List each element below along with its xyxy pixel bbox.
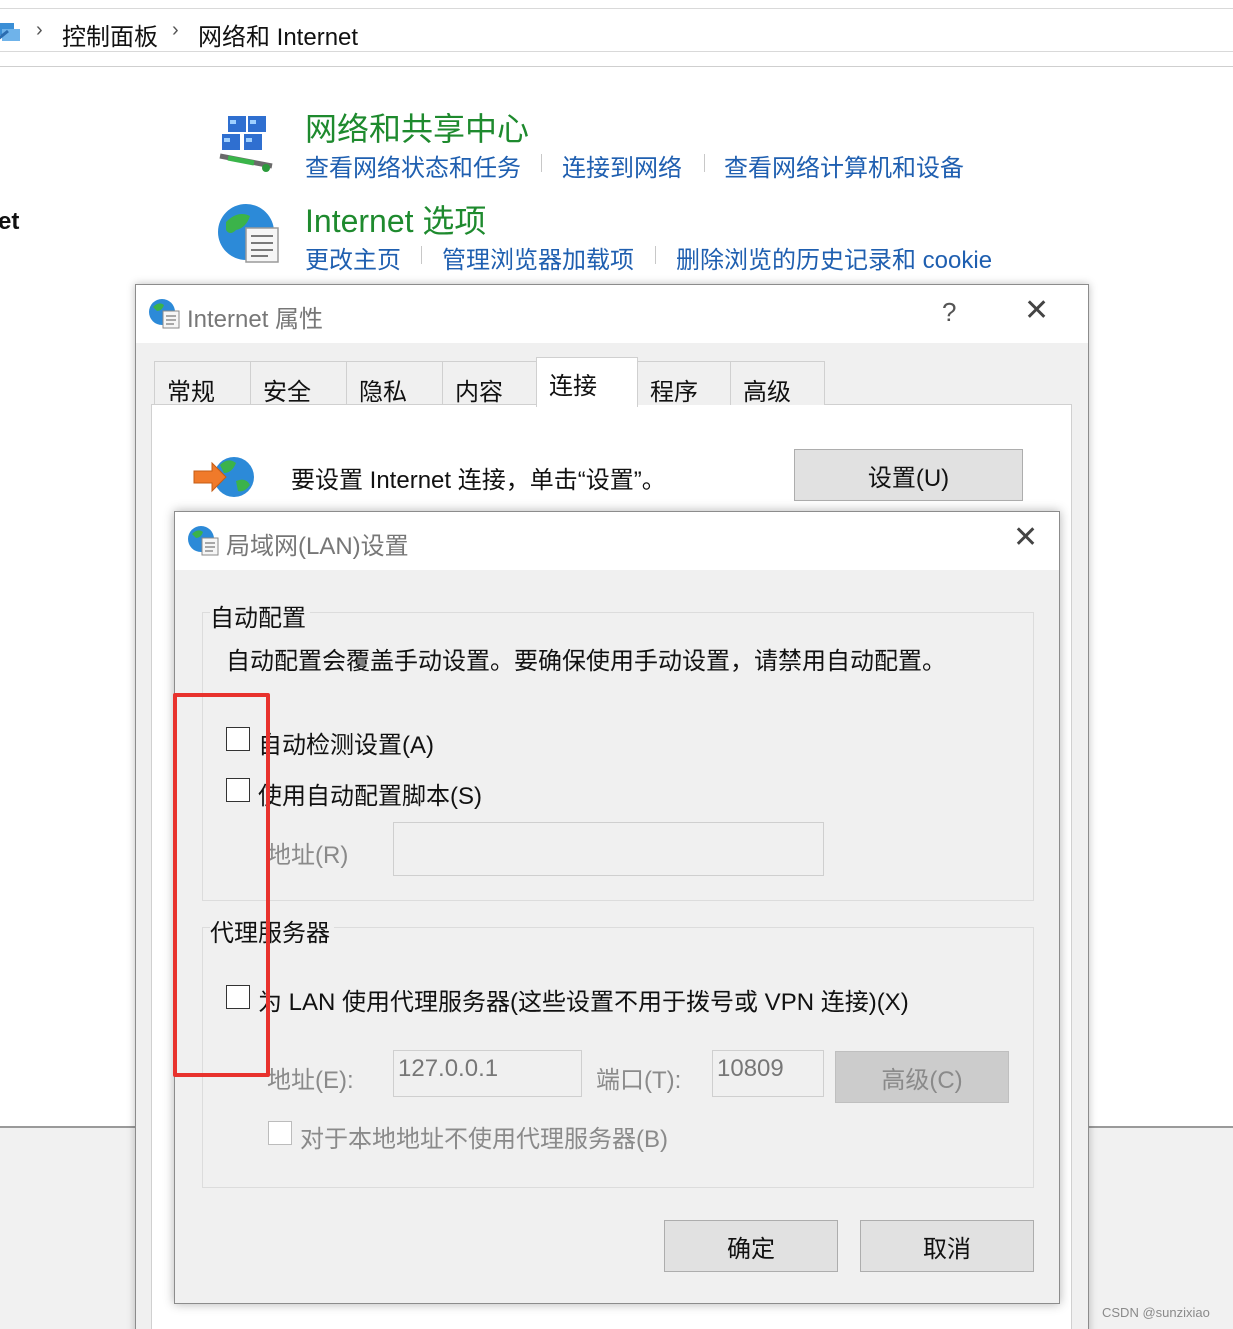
help-icon[interactable]: ?	[942, 297, 956, 328]
auto-config-group-label: 自动配置	[210, 598, 310, 633]
link-delete-history[interactable]: 删除浏览的历史记录和 cookie	[676, 240, 992, 275]
chevron-right-icon: ›	[36, 19, 43, 41]
link-view-network-status[interactable]: 查看网络状态和任务	[305, 148, 521, 183]
bypass-local-checkbox[interactable]	[268, 1121, 292, 1145]
divider	[541, 154, 542, 172]
tab-content[interactable]: 内容	[442, 361, 537, 406]
dialog-title: Internet 属性	[187, 306, 324, 333]
breadcrumb-item-control-panel[interactable]: 控制面板	[62, 17, 158, 52]
divider	[655, 246, 656, 264]
bypass-local-label[interactable]: 对于本地地址不使用代理服务器(B)	[300, 1119, 668, 1154]
watermark-text: CSDN @sunzixiao	[1102, 1305, 1210, 1320]
panel-background	[0, 1128, 136, 1329]
close-icon[interactable]: ✕	[1013, 520, 1038, 555]
tab-general[interactable]: 常规	[154, 361, 251, 406]
tab-security[interactable]: 安全	[250, 361, 347, 406]
auto-config-description: 自动配置会覆盖手动设置。要确保使用手动设置，请禁用自动配置。	[226, 648, 946, 675]
script-address-input[interactable]	[393, 822, 824, 876]
auto-config-script-label[interactable]: 使用自动配置脚本(S)	[258, 776, 482, 811]
internet-options-icon[interactable]	[216, 200, 282, 266]
proxy-advanced-button[interactable]: 高级(C)	[835, 1051, 1009, 1103]
tab-connections[interactable]: 连接	[536, 357, 638, 407]
network-sharing-center-title[interactable]: 网络和共享中心	[305, 104, 529, 150]
chevron-right-icon: ›	[172, 19, 179, 41]
link-view-network-computers[interactable]: 查看网络计算机和设备	[724, 148, 964, 183]
sidebar-text-fragment[interactable]: et	[0, 208, 19, 236]
control-panel-icon[interactable]	[0, 17, 24, 45]
proxy-address-input[interactable]: 127.0.0.1	[393, 1050, 582, 1097]
link-connect-to-network[interactable]: 连接到网络	[562, 148, 682, 183]
connection-setup-icon	[193, 457, 254, 497]
ok-button[interactable]: 确定	[664, 1220, 838, 1272]
use-proxy-label[interactable]: 为 LAN 使用代理服务器(这些设置不用于拨号或 VPN 连接)(X)	[258, 982, 909, 1017]
lan-settings-dialog: 局域网(LAN)设置 ✕ 自动配置 自动配置会覆盖手动设置。要确保使用手动设置，…	[174, 511, 1060, 1304]
divider	[0, 66, 1233, 67]
panel-background	[1088, 1128, 1233, 1329]
internet-options-icon	[188, 526, 219, 556]
script-address-label: 地址(R)	[267, 842, 349, 869]
internet-options-title[interactable]: Internet 选项	[305, 196, 486, 242]
proxy-address-label: 地址(E):	[267, 1067, 354, 1094]
dialog-titlebar[interactable]: Internet 属性 ? ✕	[136, 285, 1088, 343]
dialog-titlebar[interactable]: 局域网(LAN)设置 ✕	[175, 512, 1059, 570]
tab-privacy[interactable]: 隐私	[346, 361, 443, 406]
link-change-homepage[interactable]: 更改主页	[305, 240, 401, 275]
divider	[704, 154, 705, 172]
cancel-button[interactable]: 取消	[860, 1220, 1034, 1272]
breadcrumb-item-network[interactable]: 网络和 Internet	[198, 17, 358, 52]
network-sharing-icon[interactable]	[214, 112, 278, 176]
proxy-port-label: 端口(T):	[596, 1067, 682, 1094]
divider	[421, 246, 422, 264]
highlight-annotation	[173, 693, 270, 1077]
setup-button[interactable]: 设置(U)	[794, 449, 1023, 501]
internet-options-icon	[149, 299, 180, 329]
tab-advanced[interactable]: 高级	[730, 361, 825, 406]
close-icon[interactable]: ✕	[1024, 293, 1049, 328]
setup-instruction-text: 要设置 Internet 连接，单击“设置”。	[291, 467, 666, 494]
auto-detect-label[interactable]: 自动检测设置(A)	[258, 725, 434, 760]
link-manage-addons[interactable]: 管理浏览器加载项	[442, 240, 634, 275]
tab-programs[interactable]: 程序	[637, 361, 731, 406]
dialog-title: 局域网(LAN)设置	[226, 533, 409, 560]
proxy-port-input[interactable]: 10809	[712, 1050, 824, 1097]
breadcrumb: › 控制面板 › 网络和 Internet	[0, 8, 1233, 52]
